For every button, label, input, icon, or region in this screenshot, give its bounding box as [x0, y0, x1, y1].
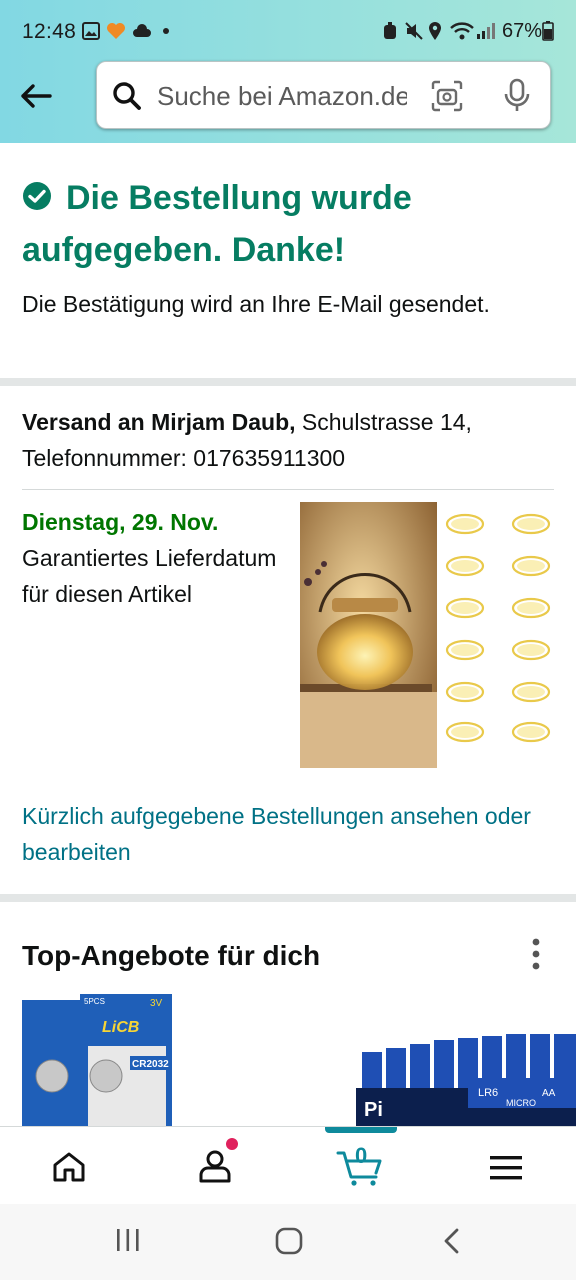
section-divider	[0, 378, 576, 386]
search-bar[interactable]	[96, 61, 551, 129]
mute-icon	[404, 21, 424, 41]
home-icon	[53, 1152, 85, 1182]
check-circle-icon	[23, 182, 51, 210]
account-icon	[199, 1150, 231, 1183]
heart-app-icon	[106, 21, 126, 41]
delivery-date: Dienstag, 29. Nov.	[22, 509, 219, 535]
deal2-label: MICRO	[506, 1098, 536, 1108]
app-header: 12:48 67%	[0, 0, 576, 143]
cloud-icon	[132, 21, 152, 41]
more-vertical-icon[interactable]	[524, 936, 548, 972]
deal1-pack: 5PCS	[84, 997, 105, 1006]
delivery-note: Garantiertes Lieferdatum für diesen Arti…	[22, 545, 277, 607]
status-time: 12:48	[22, 20, 77, 43]
deal-product-aa-batteries[interactable]: Pi LR6 AA MICRO	[356, 1030, 576, 1126]
dot-icon	[162, 21, 170, 41]
product-image[interactable]	[300, 502, 558, 768]
wifi-icon	[450, 21, 474, 41]
home-system-icon[interactable]	[274, 1226, 304, 1256]
bottom-navigation	[0, 1126, 576, 1204]
battery-icon	[542, 21, 554, 41]
thin-divider	[22, 489, 554, 490]
location-icon	[428, 21, 442, 41]
battery-percent: 67%	[502, 20, 543, 42]
gallery-icon	[82, 21, 100, 41]
signal-icon	[476, 21, 496, 41]
nav-menu[interactable]	[456, 1127, 556, 1205]
shipping-recipient: Versand an Mirjam Daub,	[22, 409, 296, 435]
orders-link[interactable]: Kürzlich aufgegebene Bestellungen ansehe…	[22, 798, 562, 870]
back-button[interactable]	[16, 76, 56, 116]
deal2-type: LR6	[478, 1087, 498, 1099]
search-input[interactable]	[157, 76, 407, 116]
back-arrow-icon	[21, 84, 52, 108]
microphone-icon[interactable]	[502, 78, 532, 114]
deal-product-coin-batteries[interactable]: 5PCS 3V LiCB CR2032	[22, 994, 174, 1126]
status-bar: 12:48 67%	[0, 0, 576, 62]
nav-account[interactable]	[166, 1127, 266, 1205]
section-divider	[0, 894, 576, 902]
account-notification-dot	[226, 1138, 238, 1150]
search-icon	[113, 82, 141, 110]
cart-count: 0	[355, 1143, 368, 1168]
shipping-info: Versand an Mirjam Daub, Schulstrasse 14,…	[22, 404, 562, 476]
menu-icon	[490, 1156, 522, 1180]
deal2-brand: Pi	[364, 1099, 383, 1121]
camera-icon[interactable]	[430, 79, 464, 113]
confirmation-title: Die Bestellung wurde aufgegeben. Danke!	[22, 172, 556, 276]
recent-apps-icon[interactable]	[114, 1226, 142, 1254]
deals-title: Top-Angebote für dich	[22, 940, 321, 971]
back-system-icon[interactable]	[440, 1226, 464, 1256]
confirmation-title-text: Die Bestellung wurde aufgegeben. Danke!	[22, 179, 412, 269]
deal1-voltage: 3V	[150, 998, 163, 1009]
deal2-size: AA	[542, 1088, 556, 1099]
confirmation-subtitle: Die Bestätigung wird an Ihre E-Mail gese…	[22, 291, 490, 317]
deal1-model: CR2032	[132, 1059, 169, 1070]
delivery-info: Dienstag, 29. Nov. Garantiertes Lieferda…	[22, 504, 282, 612]
deal1-brand: LiCB	[102, 1019, 139, 1036]
system-navigation-bar	[0, 1204, 576, 1280]
alarm-icon	[382, 21, 398, 41]
order-confirmation: Die Bestellung wurde aufgegeben. Danke! …	[22, 172, 556, 322]
nav-home[interactable]	[20, 1127, 120, 1205]
